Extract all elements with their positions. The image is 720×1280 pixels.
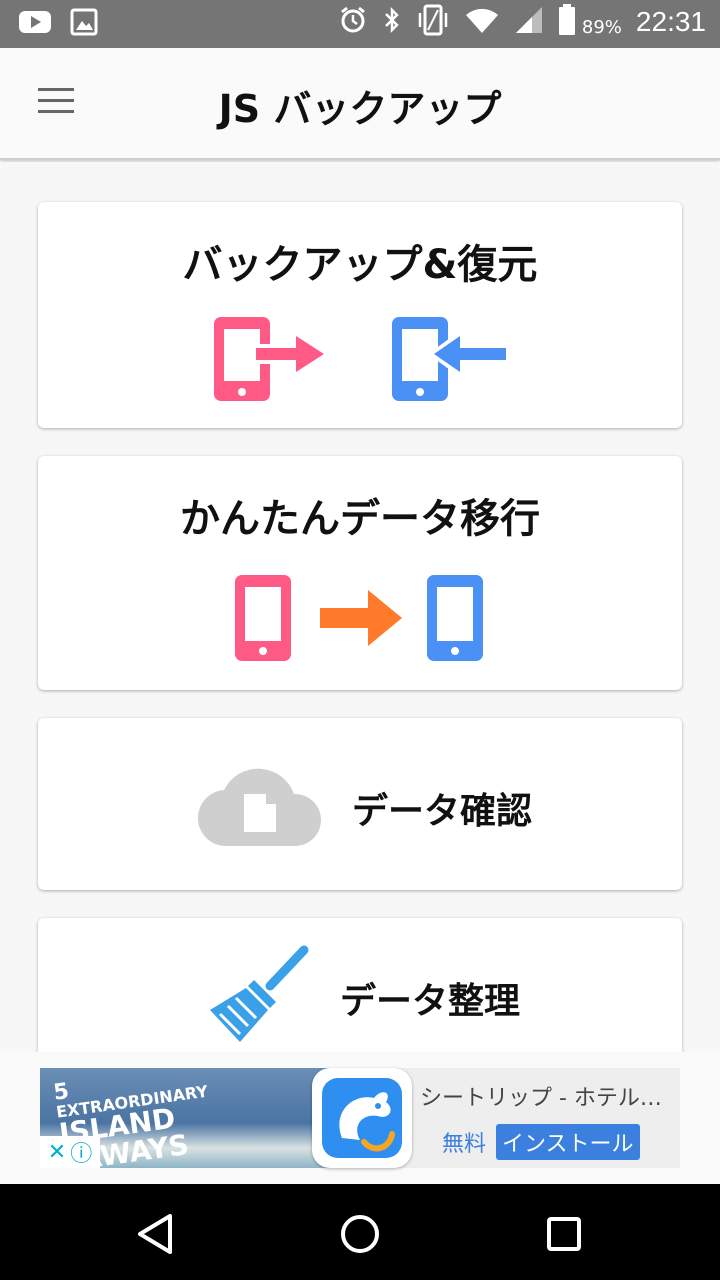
- easy-data-transfer-card[interactable]: かんたんデータ移行: [38, 456, 682, 690]
- ad-container[interactable]: 5 EXTRAORDINARY ISLAND TAWAYS ✕ ⓘ シートリップ…: [40, 1068, 680, 1168]
- wifi-icon: [464, 5, 500, 39]
- battery-percent: 89%: [581, 16, 622, 38]
- phone-import-icon: [390, 314, 510, 408]
- alarm-icon: [338, 5, 368, 39]
- status-bar: 89% 22:31: [0, 0, 720, 48]
- main-content: バックアップ&復元 かんたんデータ移行 データ確認 データ整理: [0, 162, 720, 1052]
- broom-icon: [206, 944, 310, 1050]
- ad-banner: 5 EXTRAORDINARY ISLAND TAWAYS ✕ ⓘ シートリップ…: [0, 1052, 720, 1184]
- phone-source-icon: [234, 574, 292, 666]
- transfer-arrow-icon: [318, 588, 404, 652]
- app-title: JS バックアップ: [218, 87, 502, 131]
- close-icon[interactable]: ✕: [48, 1140, 66, 1165]
- home-icon[interactable]: [338, 1212, 382, 1256]
- info-icon[interactable]: ⓘ: [70, 1136, 92, 1168]
- ad-controls: ✕ ⓘ: [40, 1136, 100, 1168]
- back-icon[interactable]: [134, 1212, 178, 1256]
- youtube-icon: [18, 8, 52, 40]
- bluetooth-icon: [382, 5, 402, 39]
- card-title: データ確認: [352, 791, 533, 832]
- recents-icon[interactable]: [542, 1212, 586, 1256]
- phone-export-icon: [212, 314, 332, 408]
- status-time: 22:31: [635, 6, 706, 37]
- backup-restore-card[interactable]: バックアップ&復元: [38, 202, 682, 428]
- cloud-document-icon: [197, 764, 322, 852]
- card-title: かんたんデータ移行: [180, 496, 540, 542]
- navigation-bar: [0, 1184, 720, 1280]
- vibrate-icon: [416, 4, 450, 40]
- ad-app-name: シートリップ - ホテル…: [420, 1086, 662, 1111]
- ad-app-icon[interactable]: [312, 1068, 412, 1168]
- card-title: データ整理: [340, 981, 521, 1022]
- signal-icon: [514, 5, 544, 39]
- data-organize-card[interactable]: データ整理: [38, 918, 682, 1052]
- phone-target-icon: [426, 574, 484, 666]
- app-bar: JS バックアップ: [0, 48, 720, 160]
- battery-icon: [558, 4, 576, 40]
- card-title: バックアップ&復元: [182, 242, 538, 288]
- image-icon: [70, 8, 98, 40]
- data-check-card[interactable]: データ確認: [38, 718, 682, 890]
- ad-free-label: 無料: [442, 1132, 487, 1157]
- ad-install-button[interactable]: インストール: [496, 1124, 640, 1160]
